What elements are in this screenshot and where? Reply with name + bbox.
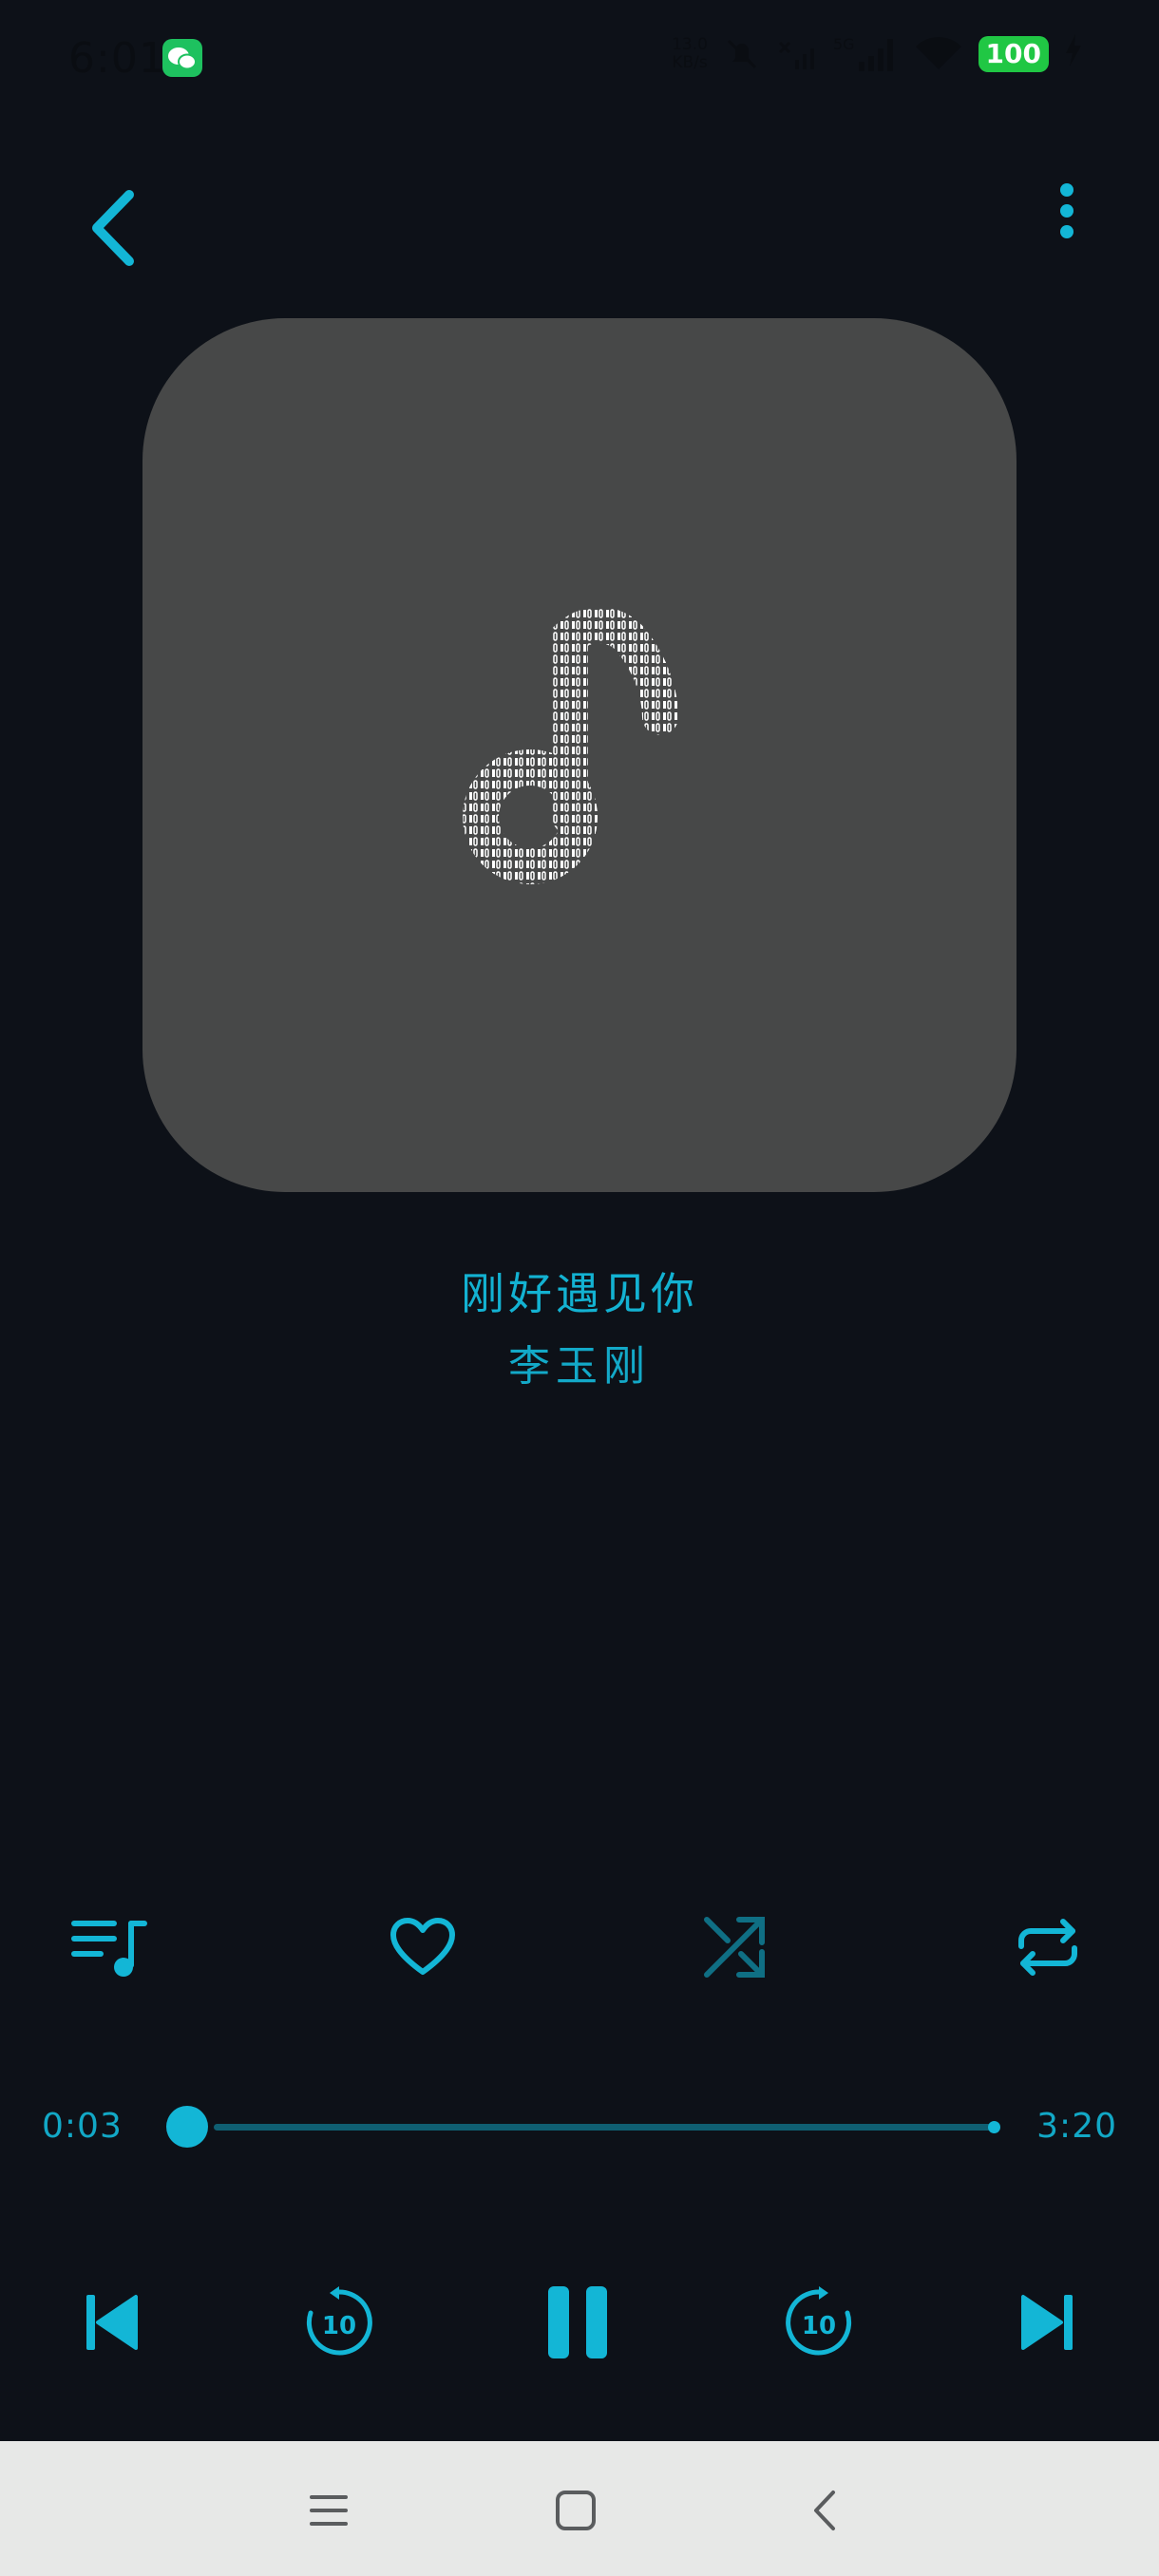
forward-10-button[interactable]: 10 xyxy=(767,2275,871,2370)
menu-icon xyxy=(310,2495,348,2526)
wifi-icon xyxy=(914,35,963,73)
back-arrow-icon xyxy=(814,2491,835,2530)
battery-level: 100 xyxy=(978,35,1049,72)
repeat-button[interactable] xyxy=(1005,1909,1091,1985)
seek-thumb[interactable] xyxy=(166,2106,209,2148)
back-icon xyxy=(92,190,134,266)
repeat-icon xyxy=(1018,1919,1077,1976)
more-options-button[interactable] xyxy=(1036,171,1098,251)
track-title: 刚好遇见你 xyxy=(461,1268,698,1319)
pause-icon xyxy=(548,2286,607,2358)
home-button[interactable] xyxy=(538,2474,614,2547)
seek-bar[interactable] xyxy=(214,2124,995,2131)
previous-button[interactable] xyxy=(59,2275,163,2370)
mute-bell-icon xyxy=(723,35,761,73)
home-square-icon xyxy=(556,2491,596,2530)
elapsed-time: 0:03 xyxy=(42,2107,123,2146)
skip-previous-icon xyxy=(86,2295,138,2350)
favorite-button[interactable] xyxy=(380,1909,466,1985)
forward-10-icon: 10 xyxy=(786,2286,852,2356)
heart-icon xyxy=(390,1918,455,1975)
rewind-10-button[interactable]: 10 xyxy=(287,2275,391,2370)
status-icons: 13.0 KB/s 5G 100 xyxy=(672,34,1083,73)
total-time: 3:20 xyxy=(1036,2107,1117,2146)
back-button[interactable] xyxy=(74,180,150,275)
pause-button[interactable] xyxy=(525,2275,630,2370)
replay-10-icon: 10 xyxy=(306,2286,372,2356)
svg-text:10: 10 xyxy=(322,2312,356,2340)
skip-next-icon xyxy=(1021,2295,1073,2350)
charging-icon xyxy=(1064,34,1083,73)
music-note-icon xyxy=(463,608,678,884)
no-signal-icon xyxy=(776,35,818,73)
shuffle-button[interactable] xyxy=(692,1909,777,1985)
more-vertical-icon xyxy=(1060,183,1074,238)
wechat-notification-icon xyxy=(162,39,202,77)
shuffle-icon xyxy=(704,1917,765,1978)
network-speed: 13.0 KB/s xyxy=(672,34,708,72)
signal-5g-icon: 5G xyxy=(833,35,899,73)
system-back-button[interactable] xyxy=(787,2474,863,2547)
playlist-button[interactable] xyxy=(66,1909,152,1985)
svg-text:10: 10 xyxy=(802,2312,836,2340)
track-artist: 李玉刚 xyxy=(508,1342,651,1391)
recent-apps-button[interactable] xyxy=(291,2474,367,2547)
next-button[interactable] xyxy=(996,2275,1100,2370)
seek-bar-end xyxy=(988,2121,1000,2133)
status-time: 6:01 xyxy=(68,34,166,83)
playlist-icon xyxy=(71,1921,147,1977)
